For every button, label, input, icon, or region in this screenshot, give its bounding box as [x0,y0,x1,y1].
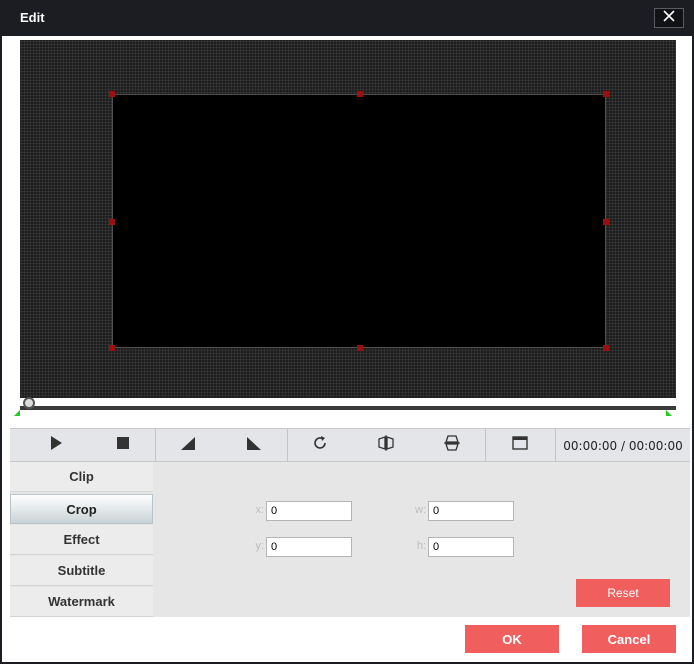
trim-end-marker[interactable] [666,410,672,416]
crop-handle-top-left[interactable] [109,91,115,97]
crop-x-label: x: [255,504,264,516]
aspect-ratio-icon [512,435,528,456]
crop-handle-bottom-left[interactable] [109,345,115,351]
play-icon [48,435,64,456]
crop-handle-top[interactable] [357,91,363,97]
crop-h-field[interactable] [428,537,514,557]
adjust-group [156,429,288,462]
tab-subtitle[interactable]: Subtitle [10,556,153,586]
crop-handle-top-right[interactable] [603,91,609,97]
window-title: Edit [20,10,45,25]
play-button[interactable] [36,429,76,462]
ok-button[interactable]: OK [465,625,559,653]
tab-clip[interactable]: Clip [10,462,153,492]
video-preview [20,40,676,398]
tab-effect[interactable]: Effect [10,525,153,555]
flip-vertical-icon [444,435,460,456]
brightness-down-button[interactable] [168,429,208,462]
flip-vertical-button[interactable] [432,429,472,462]
transform-group [288,429,486,462]
crop-y-field[interactable] [266,537,352,557]
cancel-button[interactable]: Cancel [582,625,676,653]
crop-handle-left[interactable] [109,219,115,225]
edit-panel: Clip Crop Effect Subtitle Watermark x: w… [10,462,690,617]
dialog-footer: OK Cancel [2,618,692,662]
close-icon [663,9,675,27]
flip-horizontal-button[interactable] [366,429,406,462]
triangle-right-icon [246,435,262,456]
editor-body: 00:00:00 / 00:00:00 Clip Crop Effect Sub… [2,36,692,662]
brightness-up-button[interactable] [234,429,274,462]
triangle-left-icon [180,435,196,456]
tab-crop[interactable]: Crop [10,494,153,524]
player-toolbar: 00:00:00 / 00:00:00 [10,428,690,462]
crop-y-label: y: [255,540,264,552]
rotate-button[interactable] [300,429,340,462]
playback-group [10,429,156,462]
crop-w-label: w: [415,504,426,516]
close-button[interactable] [654,8,684,28]
flip-horizontal-icon [378,435,394,456]
rotate-icon [312,435,328,456]
playhead-knob[interactable] [23,397,35,409]
crop-h-label: h: [416,540,426,552]
title-bar: Edit [0,0,694,36]
trim-start-marker[interactable] [14,410,20,416]
edit-window: Edit 00:00:00 / 00:00:00 Clip Crop Effec… [0,0,694,664]
stop-button[interactable] [103,429,143,462]
reset-button[interactable]: Reset [576,579,670,607]
crop-x-field[interactable] [266,501,352,521]
crop-handle-right[interactable] [603,219,609,225]
time-readout: 00:00:00 / 00:00:00 [563,438,683,453]
crop-area[interactable] [109,91,609,351]
crop-handle-bottom-right[interactable] [603,345,609,351]
timeline-track[interactable] [20,406,676,410]
stop-icon [115,435,131,456]
tab-watermark[interactable]: Watermark [10,587,153,617]
crop-w-field[interactable] [428,501,514,521]
aspect-group [486,429,556,462]
crop-handle-bottom[interactable] [357,345,363,351]
aspect-ratio-button[interactable] [500,429,540,462]
